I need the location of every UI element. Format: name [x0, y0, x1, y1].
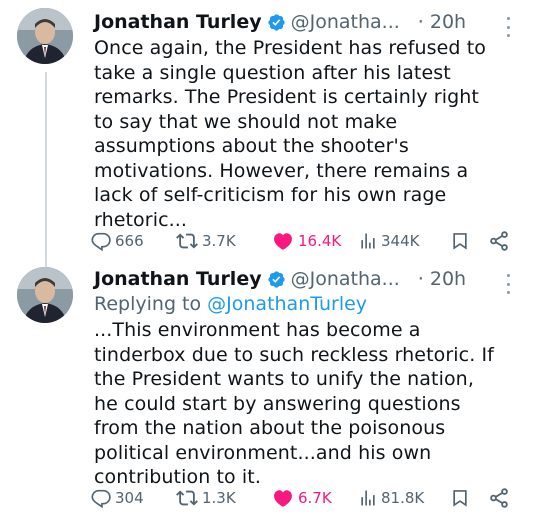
reply-icon: [91, 489, 111, 509]
replying-to-prefix: Replying to: [94, 293, 208, 315]
share-icon: [490, 488, 508, 508]
reply-button[interactable]: 304: [90, 486, 144, 510]
tweet-text: ...This environment has become a tinderb…: [94, 319, 494, 488]
replying-to: Replying to @JonathanTurley: [94, 291, 367, 317]
bookmark-icon: [453, 490, 467, 507]
views-button[interactable]: 81.8K: [358, 486, 424, 510]
reply-count: 304: [115, 489, 144, 507]
repost-count: 1.3K: [202, 489, 236, 507]
views-chart-icon: [361, 490, 375, 506]
repost-button[interactable]: 1.3K: [175, 486, 236, 510]
heart-icon: [274, 490, 292, 507]
repost-icon: [176, 490, 198, 506]
like-count: 6.7K: [298, 489, 332, 507]
verified-badge-icon: [267, 270, 286, 289]
action-bar: 304 1.3K 6.7K 81.8K: [90, 486, 530, 510]
author-name[interactable]: Jonathan Turley: [94, 266, 262, 292]
more-options-icon[interactable]: [504, 274, 512, 294]
tweet-header: Jonathan Turley @Jonatha... · 20h: [94, 266, 466, 292]
tweet-2[interactable]: Jonathan Turley @Jonatha... · 20h Replyi…: [0, 0, 539, 523]
replying-to-mention[interactable]: @JonathanTurley: [207, 293, 367, 315]
author-handle[interactable]: @Jonatha...: [291, 266, 400, 292]
share-button[interactable]: [488, 486, 513, 510]
avatar[interactable]: [17, 267, 73, 323]
timestamp[interactable]: · 20h: [418, 266, 466, 292]
like-button[interactable]: 6.7K: [271, 486, 332, 510]
views-count: 81.8K: [381, 489, 425, 507]
bookmark-button[interactable]: [450, 486, 473, 510]
